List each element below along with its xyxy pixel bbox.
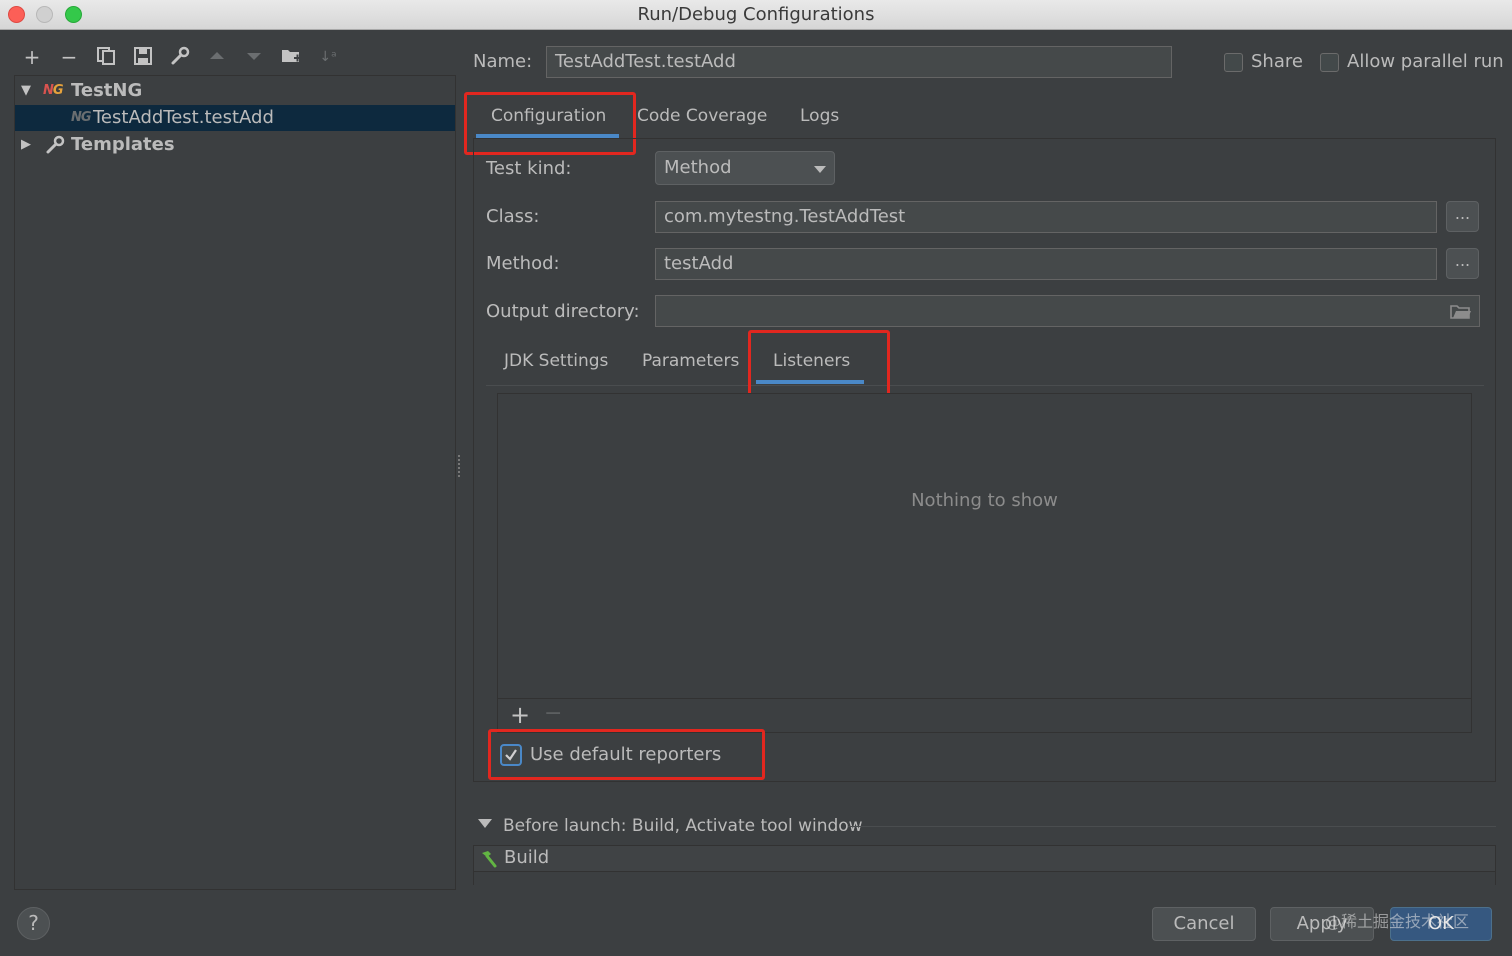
chevron-down-icon <box>814 166 826 173</box>
window-title: Run/Debug Configurations <box>637 4 875 25</box>
empty-state-text: Nothing to show <box>911 490 1058 511</box>
title-bar: Run/Debug Configurations <box>0 0 1512 30</box>
tree-group-testng[interactable]: ▼ NG TestNG <box>15 78 455 104</box>
sort-icon[interactable]: ↓ᵃ <box>317 46 339 68</box>
class-field[interactable]: com.mytestng.TestAddTest <box>655 201 1437 233</box>
tree-item-label: TestAddTest.testAdd <box>93 107 274 128</box>
name-label: Name: <box>473 51 533 72</box>
tab-parameters[interactable]: Parameters <box>642 351 739 371</box>
configuration-tree: ▼ NG TestNG NG TestAddTest.testAdd ▶ Tem… <box>14 75 456 890</box>
add-listener-button[interactable]: + <box>510 701 530 729</box>
chevron-right-icon[interactable]: ▶ <box>19 132 33 158</box>
test-kind-select[interactable]: Method <box>655 151 835 185</box>
test-kind-value: Method <box>664 157 732 178</box>
output-directory-label: Output directory: <box>486 301 640 322</box>
copy-icon[interactable] <box>95 46 117 68</box>
watermark: @稀土掘金技术社区 <box>1325 912 1470 931</box>
before-launch-list: Build <box>473 845 1496 885</box>
tree-templates-label: Templates <box>71 134 175 155</box>
output-directory-field[interactable] <box>655 295 1480 327</box>
method-browse-button[interactable]: ... <box>1446 248 1479 279</box>
folder-icon[interactable] <box>280 46 302 68</box>
subtab-separator <box>486 385 1484 386</box>
move-down-icon[interactable] <box>243 46 265 68</box>
tree-group-templates[interactable]: ▶ Templates <box>15 132 455 158</box>
list-toolbar: + − <box>498 698 1471 732</box>
allow-parallel-checkbox[interactable] <box>1320 53 1339 72</box>
share-label: Share <box>1251 51 1303 72</box>
chevron-down-icon[interactable] <box>478 819 492 828</box>
method-field[interactable]: testAdd <box>655 248 1437 280</box>
move-up-icon[interactable] <box>206 46 228 68</box>
folder-icon[interactable] <box>1450 303 1472 326</box>
tab-logs[interactable]: Logs <box>800 106 839 126</box>
test-kind-label: Test kind: <box>486 158 572 179</box>
cancel-button[interactable]: Cancel <box>1152 907 1256 941</box>
before-launch-header[interactable]: Before launch: Build, Activate tool wind… <box>503 816 863 836</box>
splitter-handle[interactable] <box>458 455 462 477</box>
share-checkbox[interactable] <box>1224 53 1243 72</box>
listeners-list: Nothing to show + − <box>497 393 1472 733</box>
before-launch-item-label: Build <box>504 847 550 868</box>
help-button[interactable]: ? <box>17 907 50 940</box>
save-icon[interactable] <box>132 46 154 68</box>
allow-parallel-label: Allow parallel run <box>1347 51 1504 72</box>
testng-icon: NG <box>71 110 92 125</box>
chevron-down-icon[interactable]: ▼ <box>19 78 33 104</box>
remove-listener-button[interactable]: − <box>544 701 562 726</box>
tab-code-coverage[interactable]: Code Coverage <box>637 106 767 126</box>
tab-jdk-settings[interactable]: JDK Settings <box>504 351 608 371</box>
name-field[interactable]: TestAddTest.testAdd <box>546 46 1172 78</box>
wrench-icon <box>45 135 65 163</box>
before-launch-separator <box>848 826 1496 827</box>
remove-icon[interactable]: − <box>58 46 80 68</box>
add-icon[interactable]: + <box>21 46 43 68</box>
class-label: Class: <box>486 206 540 227</box>
list-item[interactable]: Build <box>474 846 1495 872</box>
highlight-box-default-reporters <box>488 729 765 780</box>
tree-item-testaddtest[interactable]: NG TestAddTest.testAdd <box>15 105 455 131</box>
class-browse-button[interactable]: ... <box>1446 201 1479 232</box>
testng-icon: NG <box>43 83 64 98</box>
method-label: Method: <box>486 253 560 274</box>
wrench-icon[interactable] <box>169 46 191 68</box>
tree-group-label: TestNG <box>71 80 143 101</box>
hammer-icon <box>478 849 498 874</box>
